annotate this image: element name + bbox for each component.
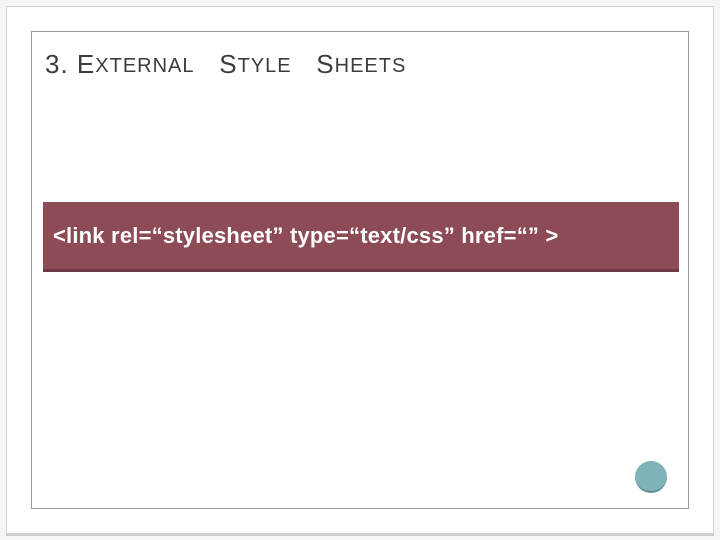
- title-w3-cap: S: [316, 49, 334, 79]
- title-w2-cap: S: [219, 49, 237, 79]
- slide-shadow: [6, 534, 714, 536]
- accent-circle-icon: [635, 461, 667, 493]
- title-w1-rest: XTERNAL: [95, 55, 194, 77]
- slide-title: 3. EXTERNAL STYLE SHEETS: [45, 49, 406, 80]
- code-text: <link rel=“stylesheet” type=“text/css” h…: [53, 223, 558, 249]
- code-block: <link rel=“stylesheet” type=“text/css” h…: [43, 202, 679, 272]
- slide-frame: 3. EXTERNAL STYLE SHEETS <link rel=“styl…: [6, 6, 714, 534]
- title-w2-rest: TYLE: [238, 55, 292, 77]
- title-w3-rest: HEETS: [335, 55, 407, 77]
- title-number: 3.: [45, 49, 69, 79]
- title-w1-cap: E: [77, 49, 95, 79]
